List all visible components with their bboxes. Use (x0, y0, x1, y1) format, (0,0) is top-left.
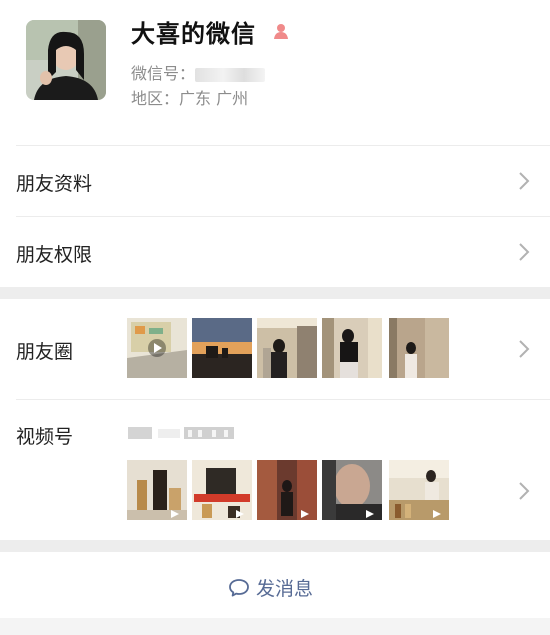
region: 地区：广东 广州 (131, 85, 248, 109)
bottom-gap (0, 618, 550, 635)
section-gap (0, 540, 550, 552)
friend-permissions-label: 朋友权限 (16, 244, 93, 266)
moments-thumbnail (322, 318, 382, 378)
channels-thumbnail (389, 460, 449, 520)
channels-thumbnail (192, 460, 252, 520)
wechat-id-redacted (195, 67, 266, 82)
send-message-label: 发消息 (256, 578, 314, 600)
moments-thumbnail (192, 318, 252, 378)
moments-label: 朋友圈 (16, 341, 74, 363)
moments-row[interactable]: 朋友圈 (0, 299, 550, 399)
moments-thumbnail (257, 318, 317, 378)
friend-permissions-row[interactable]: 朋友权限 (0, 217, 550, 287)
profile-header: 大喜的微信 微信号： 地区：广东 广州 (0, 0, 550, 145)
avatar[interactable] (26, 20, 106, 100)
friend-info-label: 朋友资料 (16, 173, 93, 195)
channels-thumbnail (257, 460, 317, 520)
friend-info-row[interactable]: 朋友资料 (0, 146, 550, 216)
channels-label: 视频号 (16, 426, 74, 448)
channels-thumbnail (127, 460, 187, 520)
channels-row[interactable]: 视频号 (0, 400, 550, 540)
region-value: 广东 广州 (179, 89, 249, 108)
chevron-right-icon (519, 243, 530, 261)
channel-name-redacted (128, 427, 234, 439)
female-gender-icon (274, 24, 288, 39)
region-label: 地区： (131, 89, 180, 108)
moments-thumbnail (127, 318, 187, 378)
send-message-content: 发消息 (228, 574, 313, 601)
profile-name: 大喜的微信 (131, 20, 256, 48)
wechat-id-label: 微信号： (131, 64, 196, 83)
section-gap (0, 287, 550, 299)
send-message-button[interactable]: 发消息 (0, 558, 550, 618)
chat-bubble-icon (229, 578, 249, 596)
moments-thumbnail (389, 318, 449, 378)
wechat-id: 微信号： (131, 60, 266, 84)
chevron-right-icon (519, 340, 530, 358)
chevron-right-icon (519, 482, 530, 500)
chevron-right-icon (519, 172, 530, 190)
channels-thumbnail (322, 460, 382, 520)
